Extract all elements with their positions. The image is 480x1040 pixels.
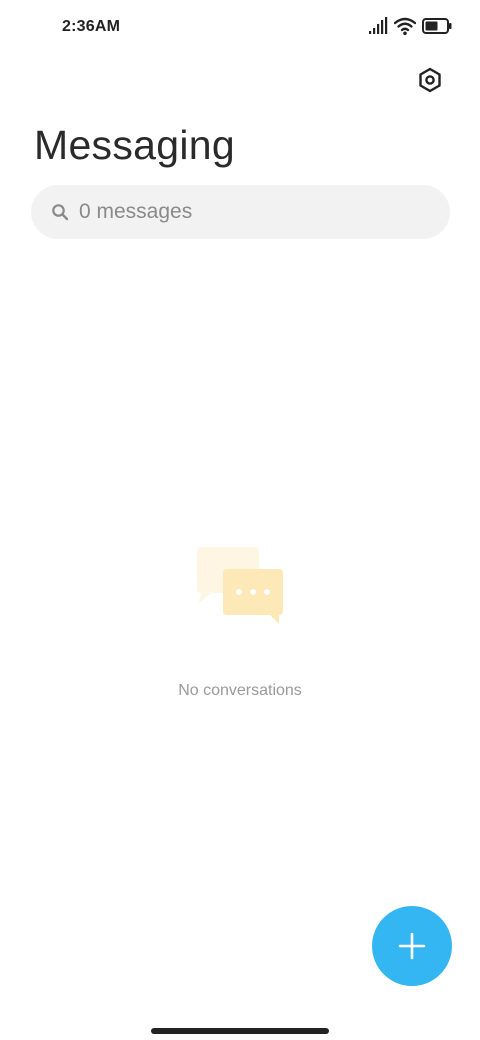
- settings-button[interactable]: [414, 64, 446, 96]
- settings-icon: [419, 67, 441, 93]
- home-indicator[interactable]: [151, 1028, 329, 1034]
- search-bar[interactable]: 0 messages: [31, 185, 450, 239]
- status-icons: [368, 16, 452, 36]
- messaging-screen: 2:36AM Messaging 0 messages No conversat…: [0, 0, 480, 1040]
- status-time: 2:36AM: [62, 18, 121, 35]
- page-title: Messaging: [34, 122, 235, 168]
- signal-icon: [369, 17, 388, 34]
- status-bar: 2:36AM: [0, 0, 480, 56]
- chat-bubbles-icon: [195, 545, 287, 627]
- wifi-icon: [394, 17, 416, 36]
- empty-state-message: No conversations: [178, 682, 302, 699]
- plus-icon: [398, 932, 426, 960]
- search-placeholder: 0 messages: [79, 200, 193, 223]
- battery-icon: [422, 18, 452, 34]
- new-conversation-button[interactable]: [372, 906, 452, 986]
- search-icon: [51, 203, 69, 221]
